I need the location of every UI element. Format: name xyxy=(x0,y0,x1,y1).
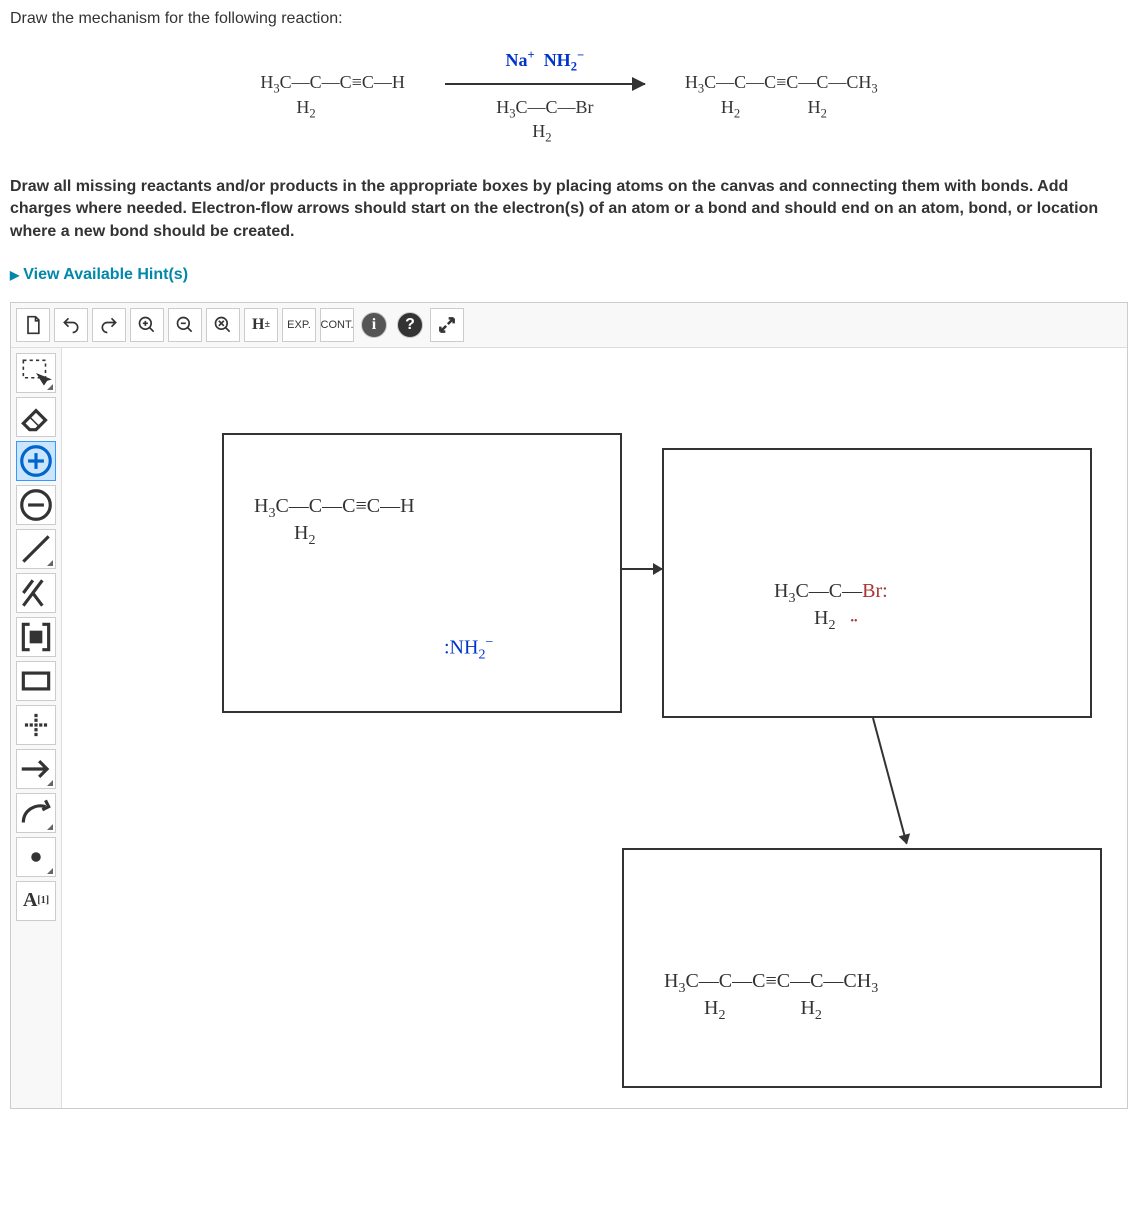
lone-pair-tool[interactable] xyxy=(16,837,56,877)
reaction-arrow: Na+ NH2− H3C—C—Br H2 xyxy=(445,48,645,146)
zoom-in-button[interactable] xyxy=(130,308,164,342)
atom-label-super: [1] xyxy=(37,895,49,906)
zoom-out-icon xyxy=(175,315,195,335)
product-formula: H3C—C—C≡C—C—CH3 H2 H2 xyxy=(685,72,878,121)
expand-icon xyxy=(437,315,457,335)
double-bond-icon xyxy=(17,574,55,612)
eraser-icon xyxy=(17,398,55,436)
minus-circle-icon xyxy=(17,486,55,524)
decrease-charge-tool[interactable] xyxy=(16,485,56,525)
marquee-tool[interactable] xyxy=(16,353,56,393)
amide-ion[interactable]: :NH2− xyxy=(444,635,493,664)
atom-label-tool[interactable]: A[1] xyxy=(16,881,56,921)
alkyl-bromide[interactable]: H3C—C—Br: H2 •• xyxy=(774,580,888,634)
redo-button[interactable] xyxy=(92,308,126,342)
plus-icon xyxy=(17,706,55,744)
reagent-below: H3C—C—Br H2 xyxy=(496,97,593,146)
bracket-tool[interactable] xyxy=(16,617,56,657)
new-button[interactable] xyxy=(16,308,50,342)
bracket-icon xyxy=(17,618,55,656)
directions-text: Draw all missing reactants and/or produc… xyxy=(10,176,1128,243)
top-toolbar: H± EXP. CONT. i ? xyxy=(11,303,1127,348)
view-hints-link[interactable]: View Available Hint(s) xyxy=(10,258,188,292)
double-bond-tool[interactable] xyxy=(16,573,56,613)
reaction-scheme: H3C—C—C≡C—H H2 Na+ NH2− H3C—C—Br H2 H3C—… xyxy=(10,48,1128,146)
structure-editor: H± EXP. CONT. i ? xyxy=(10,302,1128,1109)
info-icon: i xyxy=(372,316,376,334)
curved-arrow-tool[interactable] xyxy=(16,793,56,833)
arrow-step1 xyxy=(622,568,662,570)
arrow-step2 xyxy=(872,718,908,844)
help-icon: ? xyxy=(405,316,415,334)
increase-charge-tool[interactable] xyxy=(16,441,56,481)
zoom-in-icon xyxy=(137,315,157,335)
expand-abbrev-button[interactable]: EXP. xyxy=(282,308,316,342)
product-box[interactable]: H3C—C—C≡C—C—CH3 H2 H2 xyxy=(622,848,1102,1088)
undo-button[interactable] xyxy=(54,308,88,342)
zoom-out-button[interactable] xyxy=(168,308,202,342)
reactant-box[interactable]: H3C—C—C≡C—H H2 :NH2− xyxy=(222,433,622,713)
plus-circle-icon xyxy=(17,442,55,480)
drawing-canvas[interactable]: H3C—C—C≡C—H H2 :NH2− H3C—C—Br: H2 •• H3C… xyxy=(62,348,1127,1108)
help-button[interactable]: ? xyxy=(397,312,423,338)
hydrogen-toggle-button[interactable]: H± xyxy=(244,308,278,342)
expand-button[interactable] xyxy=(430,308,464,342)
single-bond-tool[interactable] xyxy=(16,529,56,569)
reactant-formula: H3C—C—C≡C—H H2 xyxy=(260,72,404,121)
eraser-tool[interactable] xyxy=(16,397,56,437)
alkyne-molecule[interactable]: H3C—C—C≡C—H H2 xyxy=(254,495,415,549)
plus-sign-tool[interactable] xyxy=(16,705,56,745)
undo-icon xyxy=(61,315,81,335)
zoom-reset-icon xyxy=(213,315,233,335)
redo-icon xyxy=(99,315,119,335)
instruction-text: Draw the mechanism for the following rea… xyxy=(10,10,1128,28)
intermediate-box[interactable]: H3C—C—Br: H2 •• xyxy=(662,448,1092,718)
document-icon xyxy=(23,315,43,335)
atom-label-text: A xyxy=(23,889,37,912)
contract-abbrev-button[interactable]: CONT. xyxy=(320,308,354,342)
reagent-above: Na+ NH2− xyxy=(506,48,585,75)
left-toolbar: A[1] xyxy=(11,348,62,1108)
product-molecule[interactable]: H3C—C—C≡C—C—CH3 H2 H2 xyxy=(664,970,878,1024)
reaction-arrow-tool[interactable] xyxy=(16,749,56,789)
rectangle-icon xyxy=(17,662,55,700)
info-button[interactable]: i xyxy=(361,312,387,338)
zoom-reset-button[interactable] xyxy=(206,308,240,342)
rectangle-tool[interactable] xyxy=(16,661,56,701)
